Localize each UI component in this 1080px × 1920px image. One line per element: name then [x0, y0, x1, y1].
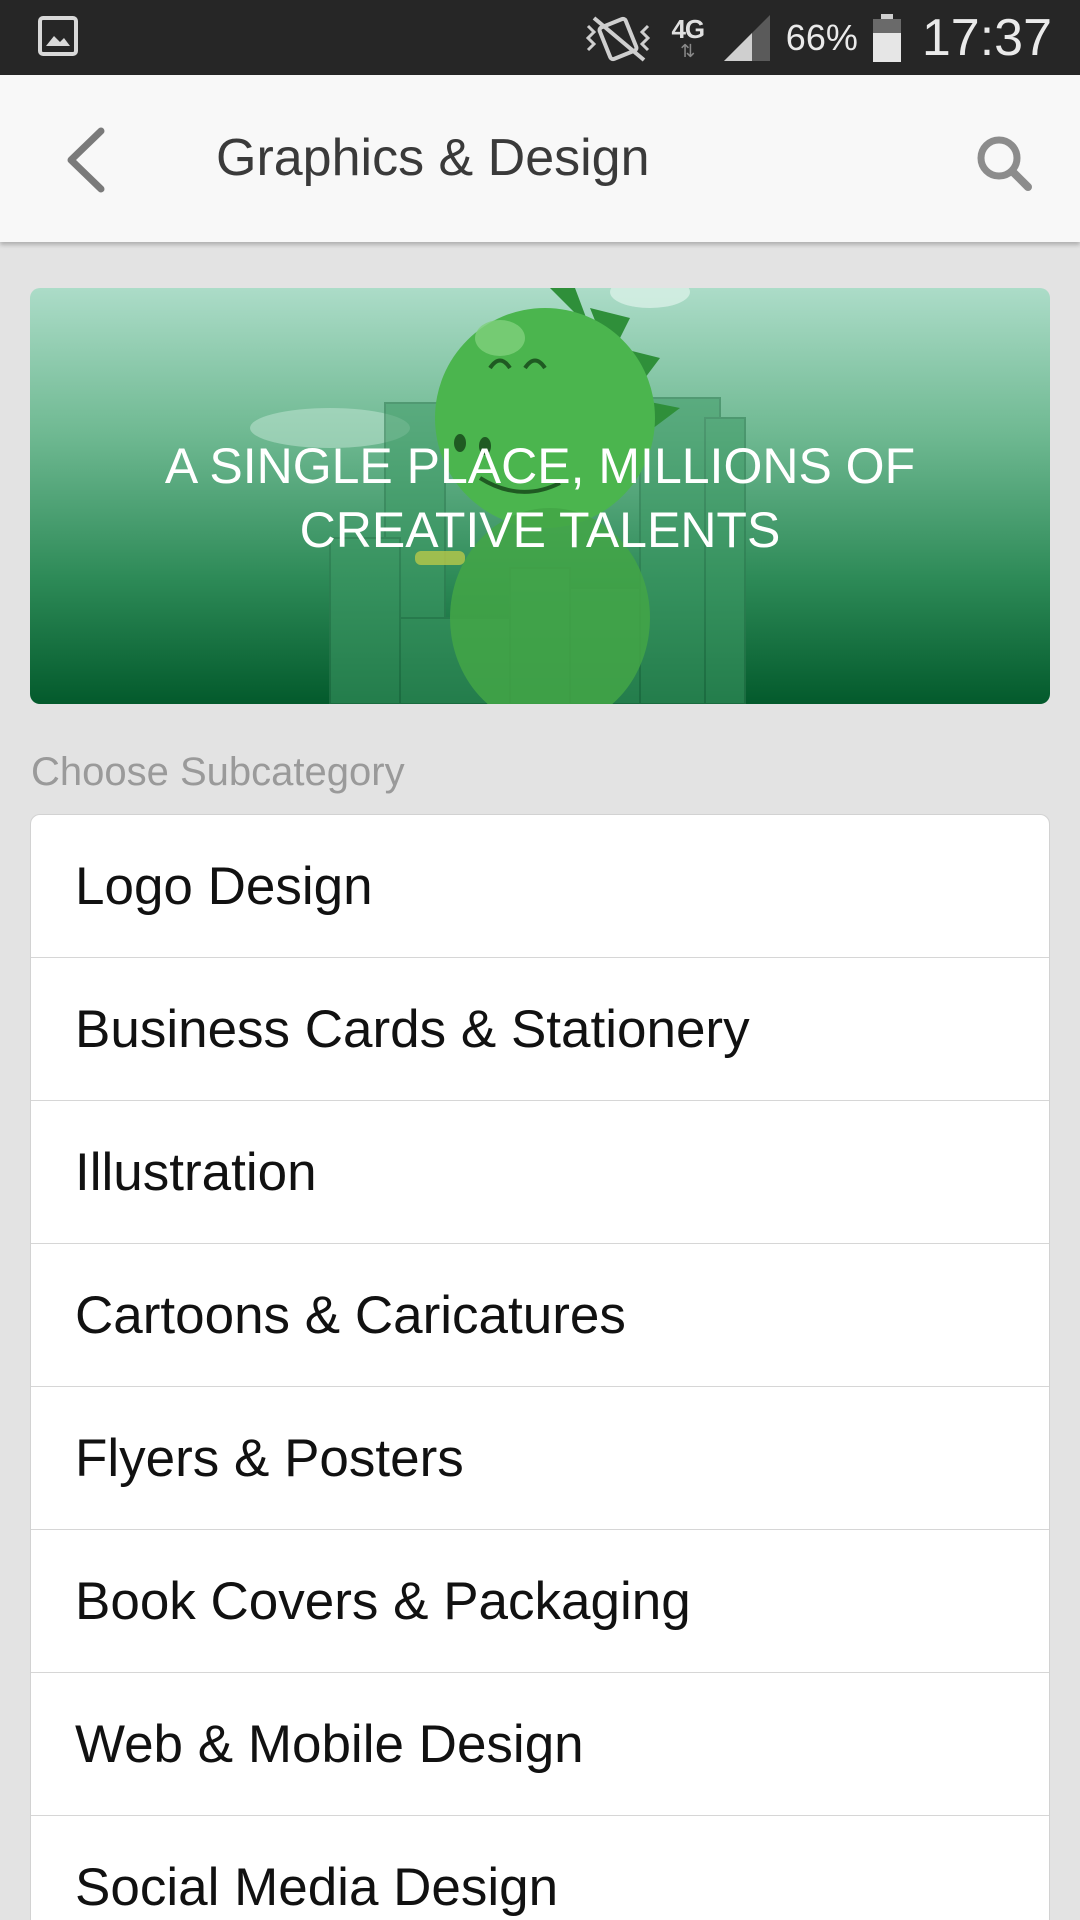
list-item-label: Social Media Design: [75, 1857, 559, 1917]
signal-icon: [723, 14, 770, 61]
list-item-label: Cartoons & Caricatures: [75, 1285, 626, 1345]
clock: 17:37: [921, 8, 1052, 67]
list-item-label: Illustration: [75, 1142, 317, 1202]
section-label: Choose Subcategory: [31, 750, 405, 794]
list-item[interactable]: Book Covers & Packaging: [31, 1530, 1049, 1673]
list-item-label: Business Cards & Stationery: [75, 999, 750, 1059]
list-item[interactable]: Business Cards & Stationery: [31, 958, 1049, 1101]
list-item-label: Book Covers & Packaging: [75, 1571, 691, 1631]
app-bar: Graphics & Design: [0, 75, 1080, 242]
search-button[interactable]: [964, 123, 1044, 203]
list-item[interactable]: Flyers & Posters: [31, 1387, 1049, 1530]
list-item[interactable]: Logo Design: [31, 815, 1049, 958]
promo-banner[interactable]: A SINGLE PLACE, MILLIONS OF CREATIVE TAL…: [30, 288, 1050, 704]
battery-percent: 66%: [785, 16, 858, 58]
list-item[interactable]: Illustration: [31, 1101, 1049, 1244]
list-item[interactable]: Web & Mobile Design: [31, 1673, 1049, 1816]
gallery-icon: [38, 16, 78, 56]
banner-headline: A SINGLE PLACE, MILLIONS OF CREATIVE TAL…: [164, 438, 916, 558]
search-icon: [977, 136, 1032, 191]
status-bar: 4G ⇅ 66% 17:37: [0, 0, 1080, 75]
chevron-left-icon: [67, 127, 105, 193]
page-title: Graphics & Design: [216, 129, 650, 187]
status-icons: 4G ⇅ 66% 17:37: [582, 0, 1052, 75]
list-item[interactable]: Cartoons & Caricatures: [31, 1244, 1049, 1387]
network-4g-icon: 4G ⇅: [671, 13, 705, 61]
battery-icon: [872, 13, 901, 62]
list-item-label: Flyers & Posters: [75, 1428, 464, 1488]
vibrate-mute-icon: [585, 15, 650, 62]
back-button[interactable]: [50, 120, 120, 200]
list-item-label: Web & Mobile Design: [75, 1714, 584, 1774]
list-item[interactable]: Social Media Design: [31, 1816, 1049, 1920]
list-item-label: Logo Design: [75, 856, 373, 916]
screen: 4G ⇅ 66% 17:37 Graphics & Design A SINGL…: [0, 0, 1080, 1920]
subcategory-list: Logo Design Business Cards & Stationery …: [30, 814, 1050, 1920]
